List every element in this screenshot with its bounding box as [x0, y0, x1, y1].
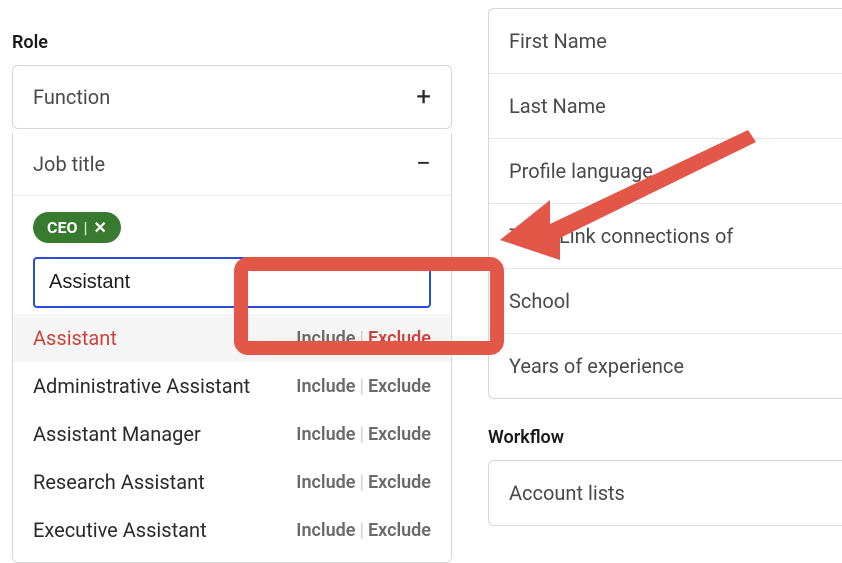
plus-icon: + — [416, 84, 431, 110]
workflow-section-label: Workflow — [488, 427, 842, 448]
exclude-button[interactable]: Exclude — [368, 424, 431, 445]
suggestion-title: Administrative Assistant — [33, 374, 250, 398]
suggestion-item[interactable]: Assistant Manager Include|Exclude — [13, 410, 451, 458]
action-separator: | — [359, 376, 364, 397]
exclude-button[interactable]: Exclude — [368, 520, 431, 541]
suggestion-title: Assistant — [33, 326, 117, 350]
jobtitle-header[interactable]: Job title − — [13, 133, 451, 195]
suggestion-item[interactable]: Assistant Include|Exclude — [13, 314, 451, 362]
chip-separator: | — [84, 218, 88, 237]
filter-item[interactable]: Account lists — [489, 461, 842, 525]
filter-item[interactable]: First Name — [489, 9, 842, 74]
suggestion-actions: Include|Exclude — [296, 424, 431, 445]
include-button[interactable]: Include — [296, 472, 355, 493]
suggestion-actions: Include|Exclude — [296, 328, 431, 349]
filter-list-workflow: Account lists — [488, 460, 842, 526]
include-button[interactable]: Include — [296, 424, 355, 445]
suggestion-title: Research Assistant — [33, 470, 205, 494]
suggestion-item[interactable]: Research Assistant Include|Exclude — [13, 458, 451, 506]
filter-list-personal: First NameLast NameProfile languageTeamL… — [488, 8, 842, 399]
suggestion-list: AssistantInclude|ExcludeAdministrative A… — [13, 314, 451, 554]
minus-icon: − — [416, 151, 431, 177]
action-separator: | — [359, 472, 364, 493]
jobtitle-label: Job title — [33, 152, 105, 176]
filter-item[interactable]: Years of experience — [489, 334, 842, 398]
suggestion-actions: Include|Exclude — [296, 472, 431, 493]
action-separator: | — [359, 328, 364, 349]
include-button[interactable]: Include — [296, 328, 355, 349]
exclude-button[interactable]: Exclude — [368, 376, 431, 397]
role-section-label: Role — [12, 32, 452, 53]
exclude-button[interactable]: Exclude — [368, 328, 431, 349]
exclude-button[interactable]: Exclude — [368, 472, 431, 493]
filter-item[interactable]: TeamLink connections of — [489, 204, 842, 269]
function-filter[interactable]: Function + — [12, 65, 452, 129]
jobtitle-filter: Job title − CEO | ✕ AssistantInclude|Exc… — [12, 133, 452, 563]
chip-ceo-label: CEO — [47, 218, 78, 237]
filter-item[interactable]: School — [489, 269, 842, 334]
suggestion-actions: Include|Exclude — [296, 520, 431, 541]
action-separator: | — [359, 520, 364, 541]
jobtitle-search-input[interactable] — [33, 257, 431, 308]
function-label: Function — [33, 85, 110, 109]
filter-item[interactable]: Profile language — [489, 139, 842, 204]
action-separator: | — [359, 424, 364, 445]
include-button[interactable]: Include — [296, 376, 355, 397]
chip-ceo[interactable]: CEO | ✕ — [33, 212, 121, 243]
filter-item[interactable]: Last Name — [489, 74, 842, 139]
suggestion-actions: Include|Exclude — [296, 376, 431, 397]
include-button[interactable]: Include — [296, 520, 355, 541]
suggestion-item[interactable]: Administrative Assistant Include|Exclude — [13, 362, 451, 410]
suggestion-item[interactable]: Executive Assistant Include|Exclude — [13, 506, 451, 554]
suggestion-title: Executive Assistant — [33, 518, 207, 542]
suggestion-title: Assistant Manager — [33, 422, 201, 446]
close-icon[interactable]: ✕ — [94, 218, 107, 237]
